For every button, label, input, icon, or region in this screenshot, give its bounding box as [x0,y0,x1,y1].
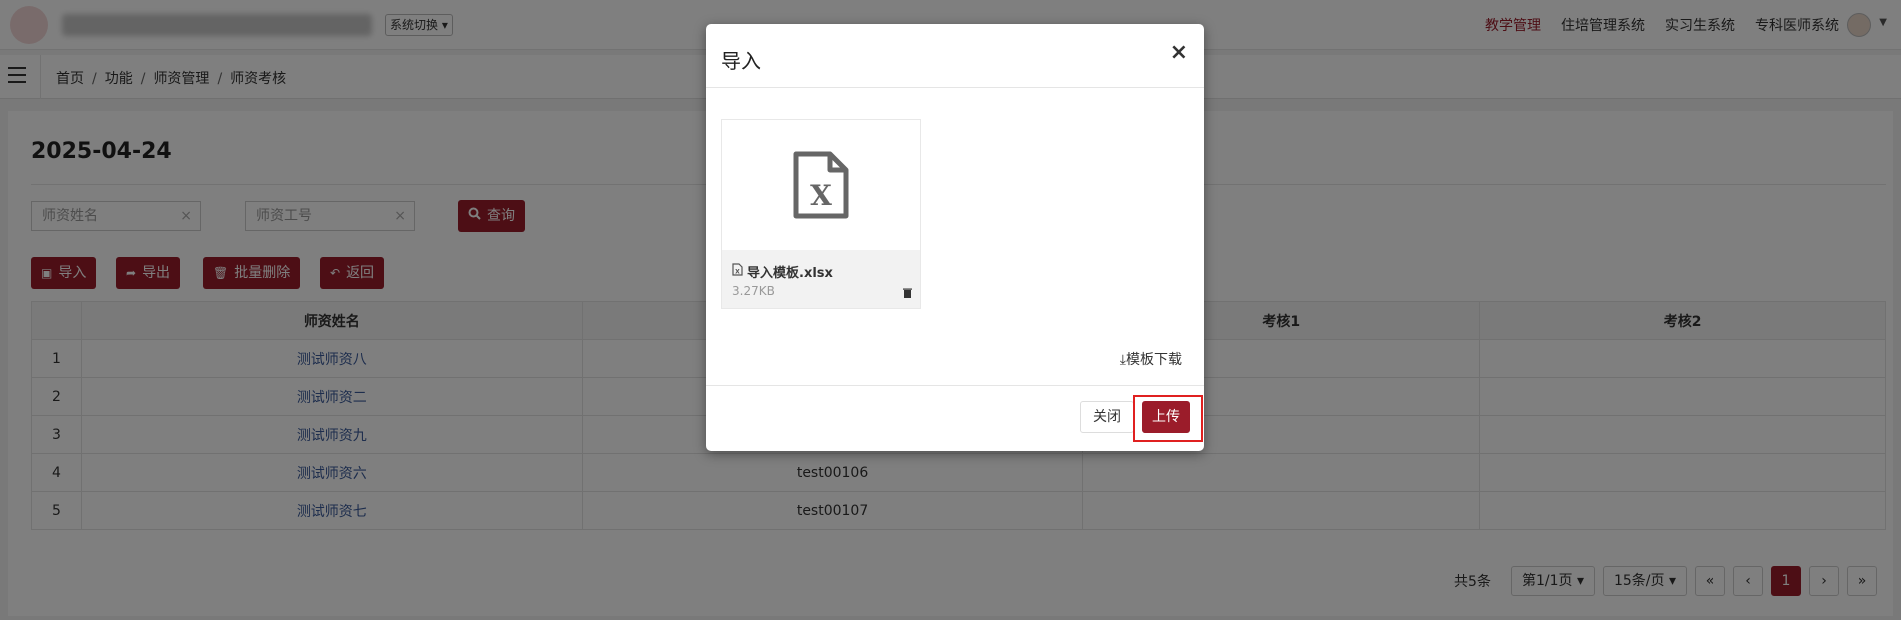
import-modal: 导入 × X X 导入模板.xlsx 3.27KB ⤓模板下载 关闭 上传 [706,24,1204,451]
divider [706,385,1204,386]
close-icon[interactable]: × [1170,40,1188,65]
file-info: X 导入模板.xlsx 3.27KB [722,250,920,308]
file-icon: X [732,263,743,280]
modal-title: 导入 [721,49,761,73]
trash-icon[interactable] [903,288,912,301]
file-preview-card: X X 导入模板.xlsx 3.27KB [721,119,921,309]
file-size: 3.27KB [732,284,775,298]
highlight-box [1133,395,1203,442]
file-name: X 导入模板.xlsx [732,262,833,281]
svg-text:X: X [810,179,832,212]
excel-file-icon: X [722,120,920,250]
modal-header: 导入 × [706,24,1204,88]
svg-text:X: X [735,269,740,276]
template-download-link[interactable]: ⤓模板下载 [1120,349,1182,369]
close-button[interactable]: 关闭 [1080,401,1134,433]
